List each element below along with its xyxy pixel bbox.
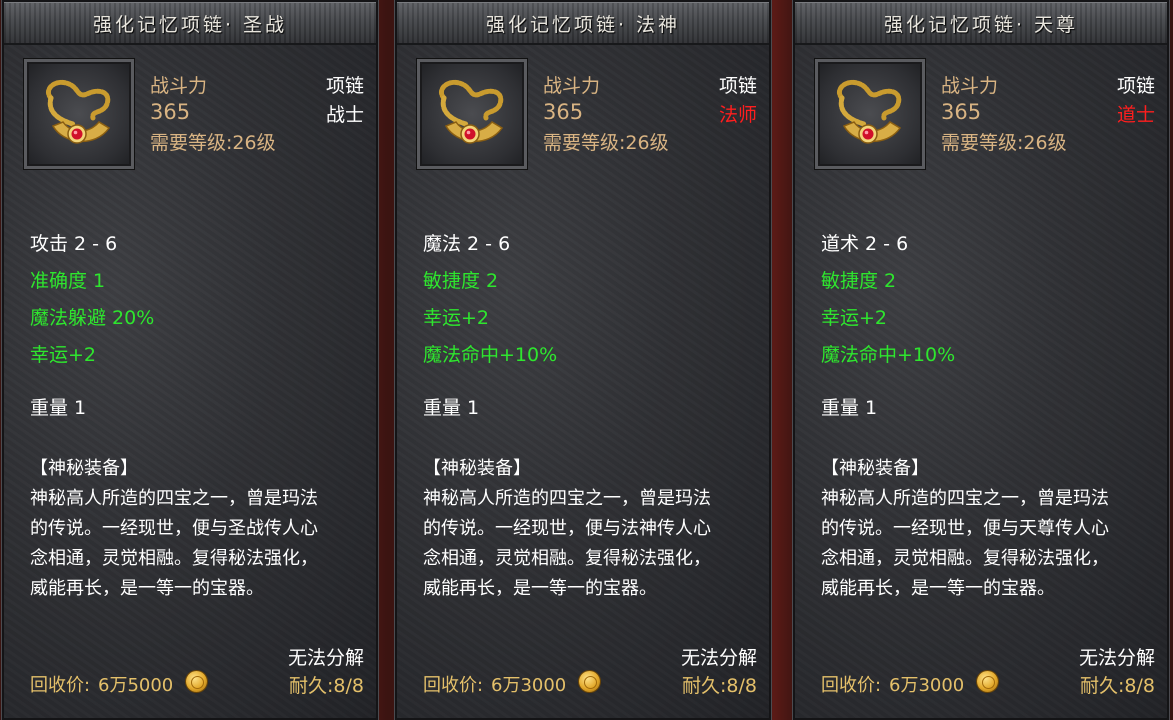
weight-stat: 重量 1 — [821, 397, 878, 419]
equip-slot-type: 项链 — [1116, 75, 1155, 97]
recycle-price-label: 回收价: — [30, 675, 91, 696]
item-tooltip-card: 强化记忆项链· 圣战 战斗力 365 需要等级:26级 项链 战士 攻击 2 -… — [1, 0, 379, 720]
description-header: 【神秘装备】 — [423, 458, 531, 479]
no-disassemble-note: 无法分解 — [287, 647, 364, 669]
item-icon-slot[interactable] — [815, 59, 925, 169]
tooltip-title-bar: 强化记忆项链· 天尊 — [795, 2, 1167, 45]
description-line: 的传说。一经现世，便与圣战传人心 — [30, 518, 318, 539]
item-tooltip-card: 强化记忆项链· 天尊 战斗力 365 需要等级:26级 项链 道士 道术 2 -… — [792, 0, 1170, 720]
equip-slot-type: 项链 — [718, 75, 757, 97]
item-title: 强化记忆项链· 天尊 — [883, 14, 1079, 36]
description-line: 威能再长，是一等一的宝器。 — [423, 578, 657, 599]
bonus-stat: 魔法躲避 20% — [30, 307, 155, 329]
description-line: 的传说。一经现世，便与天尊传人心 — [821, 518, 1109, 539]
item-description: 神秘高人所造的四宝之一，曾是玛法 的传说。一经现世，便与天尊传人心 念相通，灵觉… — [821, 484, 1161, 604]
description-line: 念相通，灵觉相融。复得秘法强化， — [423, 548, 711, 569]
gold-necklace-icon — [45, 80, 111, 144]
gold-coin-icon — [977, 671, 998, 692]
item-title: 强化记忆项链· 圣战 — [92, 14, 288, 36]
class-requirement: 道士 — [1116, 104, 1155, 126]
bonus-stat: 幸运+2 — [423, 307, 490, 329]
description-line: 威能再长，是一等一的宝器。 — [30, 578, 264, 599]
durability-value: 耐久:8/8 — [1080, 675, 1155, 697]
weight-stat: 重量 1 — [423, 397, 480, 419]
recycle-price-value: 6万5000 — [98, 675, 174, 696]
gold-coin-icon — [579, 671, 600, 692]
tooltip-title-bar: 强化记忆项链· 圣战 — [4, 2, 376, 45]
item-tooltip-card: 强化记忆项链· 法神 战斗力 365 需要等级:26级 项链 法师 魔法 2 -… — [394, 0, 772, 720]
bonus-stat: 幸运+2 — [30, 344, 97, 366]
combat-power-value: 365 — [543, 100, 584, 124]
combat-power-label: 战斗力 — [150, 75, 208, 97]
gold-coin-icon — [186, 671, 207, 692]
no-disassemble-note: 无法分解 — [1078, 647, 1155, 669]
base-stat: 道术 2 - 6 — [821, 233, 909, 255]
description-line: 念相通，灵觉相融。复得秘法强化， — [30, 548, 318, 569]
base-stat: 魔法 2 - 6 — [423, 233, 511, 255]
bonus-stat: 魔法命中+10% — [821, 344, 956, 366]
item-title: 强化记忆项链· 法神 — [485, 14, 681, 36]
description-header: 【神秘装备】 — [821, 458, 929, 479]
weight-stat: 重量 1 — [30, 397, 87, 419]
bonus-stat: 准确度 1 — [30, 270, 106, 292]
combat-power-label: 战斗力 — [941, 75, 999, 97]
combat-power-value: 365 — [941, 100, 982, 124]
description-line: 神秘高人所造的四宝之一，曾是玛法 — [423, 488, 711, 509]
tooltip-comparison-stage: 强化记忆项链· 圣战 战斗力 365 需要等级:26级 项链 战士 攻击 2 -… — [0, 0, 1173, 720]
gold-necklace-icon — [438, 80, 504, 144]
description-line: 威能再长，是一等一的宝器。 — [821, 578, 1055, 599]
description-header: 【神秘装备】 — [30, 458, 138, 479]
item-description: 神秘高人所造的四宝之一，曾是玛法 的传说。一经现世，便与圣战传人心 念相通，灵觉… — [30, 484, 370, 604]
bonus-stat: 敏捷度 2 — [423, 270, 499, 292]
bonus-stat: 幸运+2 — [821, 307, 888, 329]
base-stat: 攻击 2 - 6 — [30, 233, 118, 255]
item-description: 神秘高人所造的四宝之一，曾是玛法 的传说。一经现世，便与法神传人心 念相通，灵觉… — [423, 484, 763, 604]
combat-power-value: 365 — [150, 100, 191, 124]
gold-necklace-icon — [836, 80, 902, 144]
level-requirement: 需要等级:26级 — [941, 132, 1067, 154]
durability-value: 耐久:8/8 — [682, 675, 757, 697]
level-requirement: 需要等级:26级 — [150, 132, 276, 154]
recycle-price-label: 回收价: — [423, 675, 484, 696]
combat-power-label: 战斗力 — [543, 75, 601, 97]
class-requirement: 法师 — [718, 104, 757, 126]
item-icon-slot[interactable] — [24, 59, 134, 169]
level-requirement: 需要等级:26级 — [543, 132, 669, 154]
description-line: 念相通，灵觉相融。复得秘法强化， — [821, 548, 1109, 569]
equip-slot-type: 项链 — [325, 75, 364, 97]
recycle-price-value: 6万3000 — [491, 675, 567, 696]
durability-value: 耐久:8/8 — [289, 675, 364, 697]
description-line: 神秘高人所造的四宝之一，曾是玛法 — [821, 488, 1109, 509]
no-disassemble-note: 无法分解 — [680, 647, 757, 669]
description-line: 的传说。一经现世，便与法神传人心 — [423, 518, 711, 539]
description-line: 神秘高人所造的四宝之一，曾是玛法 — [30, 488, 318, 509]
recycle-price-value: 6万3000 — [889, 675, 965, 696]
class-requirement: 战士 — [325, 104, 364, 126]
item-icon-slot[interactable] — [417, 59, 527, 169]
bonus-stat: 敏捷度 2 — [821, 270, 897, 292]
bonus-stat: 魔法命中+10% — [423, 344, 558, 366]
tooltip-title-bar: 强化记忆项链· 法神 — [397, 2, 769, 45]
recycle-price-label: 回收价: — [821, 675, 882, 696]
